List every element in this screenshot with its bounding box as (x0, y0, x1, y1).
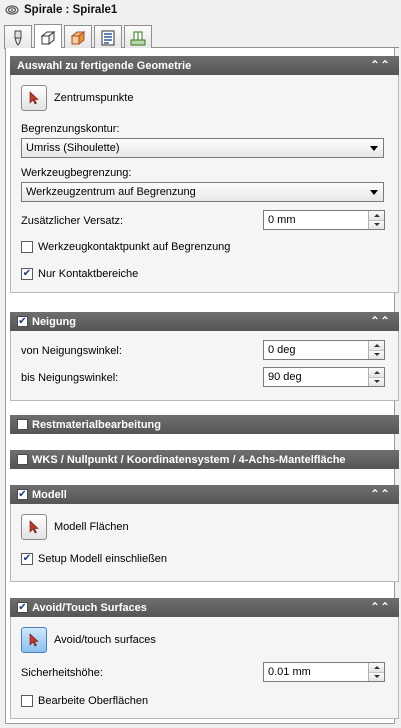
include-setup-model-checkbox[interactable]: ✔ (21, 553, 33, 565)
tool-icon (14, 30, 22, 46)
avoid-touch-enable-checkbox[interactable]: ✔ (17, 602, 28, 613)
geometry-icon (40, 30, 56, 45)
safety-height-stepper[interactable]: 0.01 mm (263, 662, 385, 682)
section-header-model[interactable]: ✔ Modell ⌃⌃ (10, 485, 399, 504)
offset-label: Zusätzlicher Versatz: (21, 215, 124, 227)
check-mark-icon: ✔ (18, 601, 27, 613)
window-title-bar: Spirale : Spirale1 (0, 0, 401, 20)
check-mark-icon: ✔ (22, 268, 32, 279)
tilt-enable-checkbox[interactable]: ✔ (17, 316, 28, 327)
contact-point-checkbox[interactable] (21, 241, 33, 253)
properties-panel: Auswahl zu fertigende Geometrie ⌃⌃ Zentr… (5, 48, 399, 724)
section-title: Avoid/Touch Surfaces (32, 601, 147, 614)
edit-surfaces-label: Bearbeite Oberflächen (38, 695, 149, 707)
pick-avoid-touch-surfaces-button[interactable] (21, 627, 47, 653)
stepper-down-button[interactable] (369, 349, 384, 359)
boundary-select-value: Umriss (Sihoulette) (26, 142, 120, 154)
offset-value[interactable]: 0 mm (264, 214, 368, 226)
section-title: Restmaterialbearbeitung (32, 418, 161, 431)
tab-linking[interactable] (124, 25, 152, 49)
boundary-select[interactable]: Umriss (Sihoulette) (21, 138, 384, 158)
check-mark-icon: ✔ (18, 488, 27, 500)
section-header-geometry[interactable]: Auswahl zu fertigende Geometrie ⌃⌃ (10, 56, 399, 75)
section-header-wcs[interactable]: WKS / Nullpunkt / Koordinatensystem / 4-… (10, 450, 399, 469)
check-mark-icon: ✔ (18, 315, 27, 327)
pick-avoid-touch-surfaces-label: Avoid/touch surfaces (54, 634, 156, 646)
stepper-down-button[interactable] (369, 376, 384, 386)
section-body-geometry: Zentrumspunkte Begrenzungskontur: Umriss… (10, 75, 399, 293)
edit-surfaces-checkbox[interactable] (21, 695, 33, 707)
window-title: Spirale : Spirale1 (24, 4, 118, 16)
collapse-chevron-icon[interactable]: ⌃⌃ (370, 487, 390, 501)
collapse-chevron-icon[interactable]: ⌃⌃ (370, 314, 390, 328)
section-header-rest-material[interactable]: Restmaterialbearbeitung (10, 415, 399, 434)
tool-boundary-select-value: Werkzeugzentrum auf Begrenzung (26, 186, 196, 198)
tilt-to-stepper[interactable]: 90 deg (263, 367, 385, 387)
tilt-from-stepper[interactable]: 0 deg (263, 340, 385, 360)
stepper-up-button[interactable] (369, 211, 384, 220)
stepper-buttons (368, 368, 384, 386)
tilt-to-label: bis Neigungswinkel: (21, 372, 119, 384)
section-title: Auswahl zu fertigende Geometrie (17, 59, 192, 72)
pick-model-surfaces-button[interactable] (21, 514, 47, 540)
stepper-down-button[interactable] (369, 671, 384, 681)
cursor-arrow-icon (29, 520, 39, 534)
boundary-label: Begrenzungskontur: (21, 123, 120, 135)
wcs-checkbox[interactable] (17, 454, 28, 465)
cursor-arrow-icon (29, 91, 39, 105)
stock-box-icon (70, 30, 86, 45)
section-body-avoid-touch: Avoid/touch surfaces Sicherheitshöhe: 0.… (10, 617, 399, 719)
stepper-buttons (368, 341, 384, 359)
tab-tool[interactable] (4, 25, 32, 49)
tool-boundary-label: Werkzeugbegrenzung: (21, 167, 132, 179)
tool-boundary-select[interactable]: Werkzeugzentrum auf Begrenzung (21, 182, 384, 202)
contact-point-label: Werkzeugkontaktpunkt auf Begrenzung (38, 241, 231, 253)
contact-only-checkbox[interactable]: ✔ (21, 268, 33, 280)
section-title: Modell (32, 488, 67, 501)
pick-center-points-button[interactable] (21, 85, 47, 111)
cursor-arrow-icon (29, 633, 39, 647)
tilt-to-value[interactable]: 90 deg (264, 371, 368, 383)
tilt-from-label: von Neigungswinkel: (21, 345, 122, 357)
section-body-tilt: von Neigungswinkel: 0 deg bis Neigungswi… (10, 331, 399, 401)
rest-material-checkbox[interactable] (17, 419, 28, 430)
include-setup-model-label: Setup Modell einschließen (38, 553, 168, 565)
model-enable-checkbox[interactable]: ✔ (17, 489, 28, 500)
collapse-chevron-icon[interactable]: ⌃⌃ (370, 58, 390, 72)
safety-height-label: Sicherheitshöhe: (21, 667, 103, 679)
section-title: WKS / Nullpunkt / Koordinatensystem / 4-… (32, 453, 346, 466)
dropdown-arrow-icon (370, 190, 378, 195)
stepper-up-button[interactable] (369, 663, 384, 672)
stepper-up-button[interactable] (369, 368, 384, 377)
section-header-avoid-touch[interactable]: ✔ Avoid/Touch Surfaces ⌃⌃ (10, 598, 399, 617)
dropdown-arrow-icon (370, 146, 378, 151)
list-sheet-icon (101, 30, 115, 45)
stepper-buttons (368, 663, 384, 681)
stepper-up-button[interactable] (369, 341, 384, 350)
tab-geometry[interactable] (34, 24, 62, 50)
tab-passes[interactable] (94, 25, 122, 49)
setup-icon (130, 31, 146, 45)
pick-center-points-label: Zentrumspunkte (54, 92, 134, 104)
stepper-down-button[interactable] (369, 219, 384, 229)
check-mark-icon: ✔ (22, 553, 32, 564)
tab-bar (4, 23, 399, 50)
tab-stock[interactable] (64, 25, 92, 49)
contact-only-label: Nur Kontaktbereiche (38, 268, 139, 280)
collapse-chevron-icon[interactable]: ⌃⌃ (370, 600, 390, 614)
section-body-model: Modell Flächen ✔ Setup Modell einschließ… (10, 504, 399, 582)
pick-model-surfaces-label: Modell Flächen (54, 521, 129, 533)
stepper-buttons (368, 211, 384, 229)
section-title: Neigung (32, 315, 76, 328)
offset-stepper[interactable]: 0 mm (263, 210, 385, 230)
tilt-from-value[interactable]: 0 deg (264, 344, 368, 356)
section-header-tilt[interactable]: ✔ Neigung ⌃⌃ (10, 312, 399, 331)
safety-height-value[interactable]: 0.01 mm (264, 666, 368, 678)
spiral-icon (5, 5, 19, 15)
